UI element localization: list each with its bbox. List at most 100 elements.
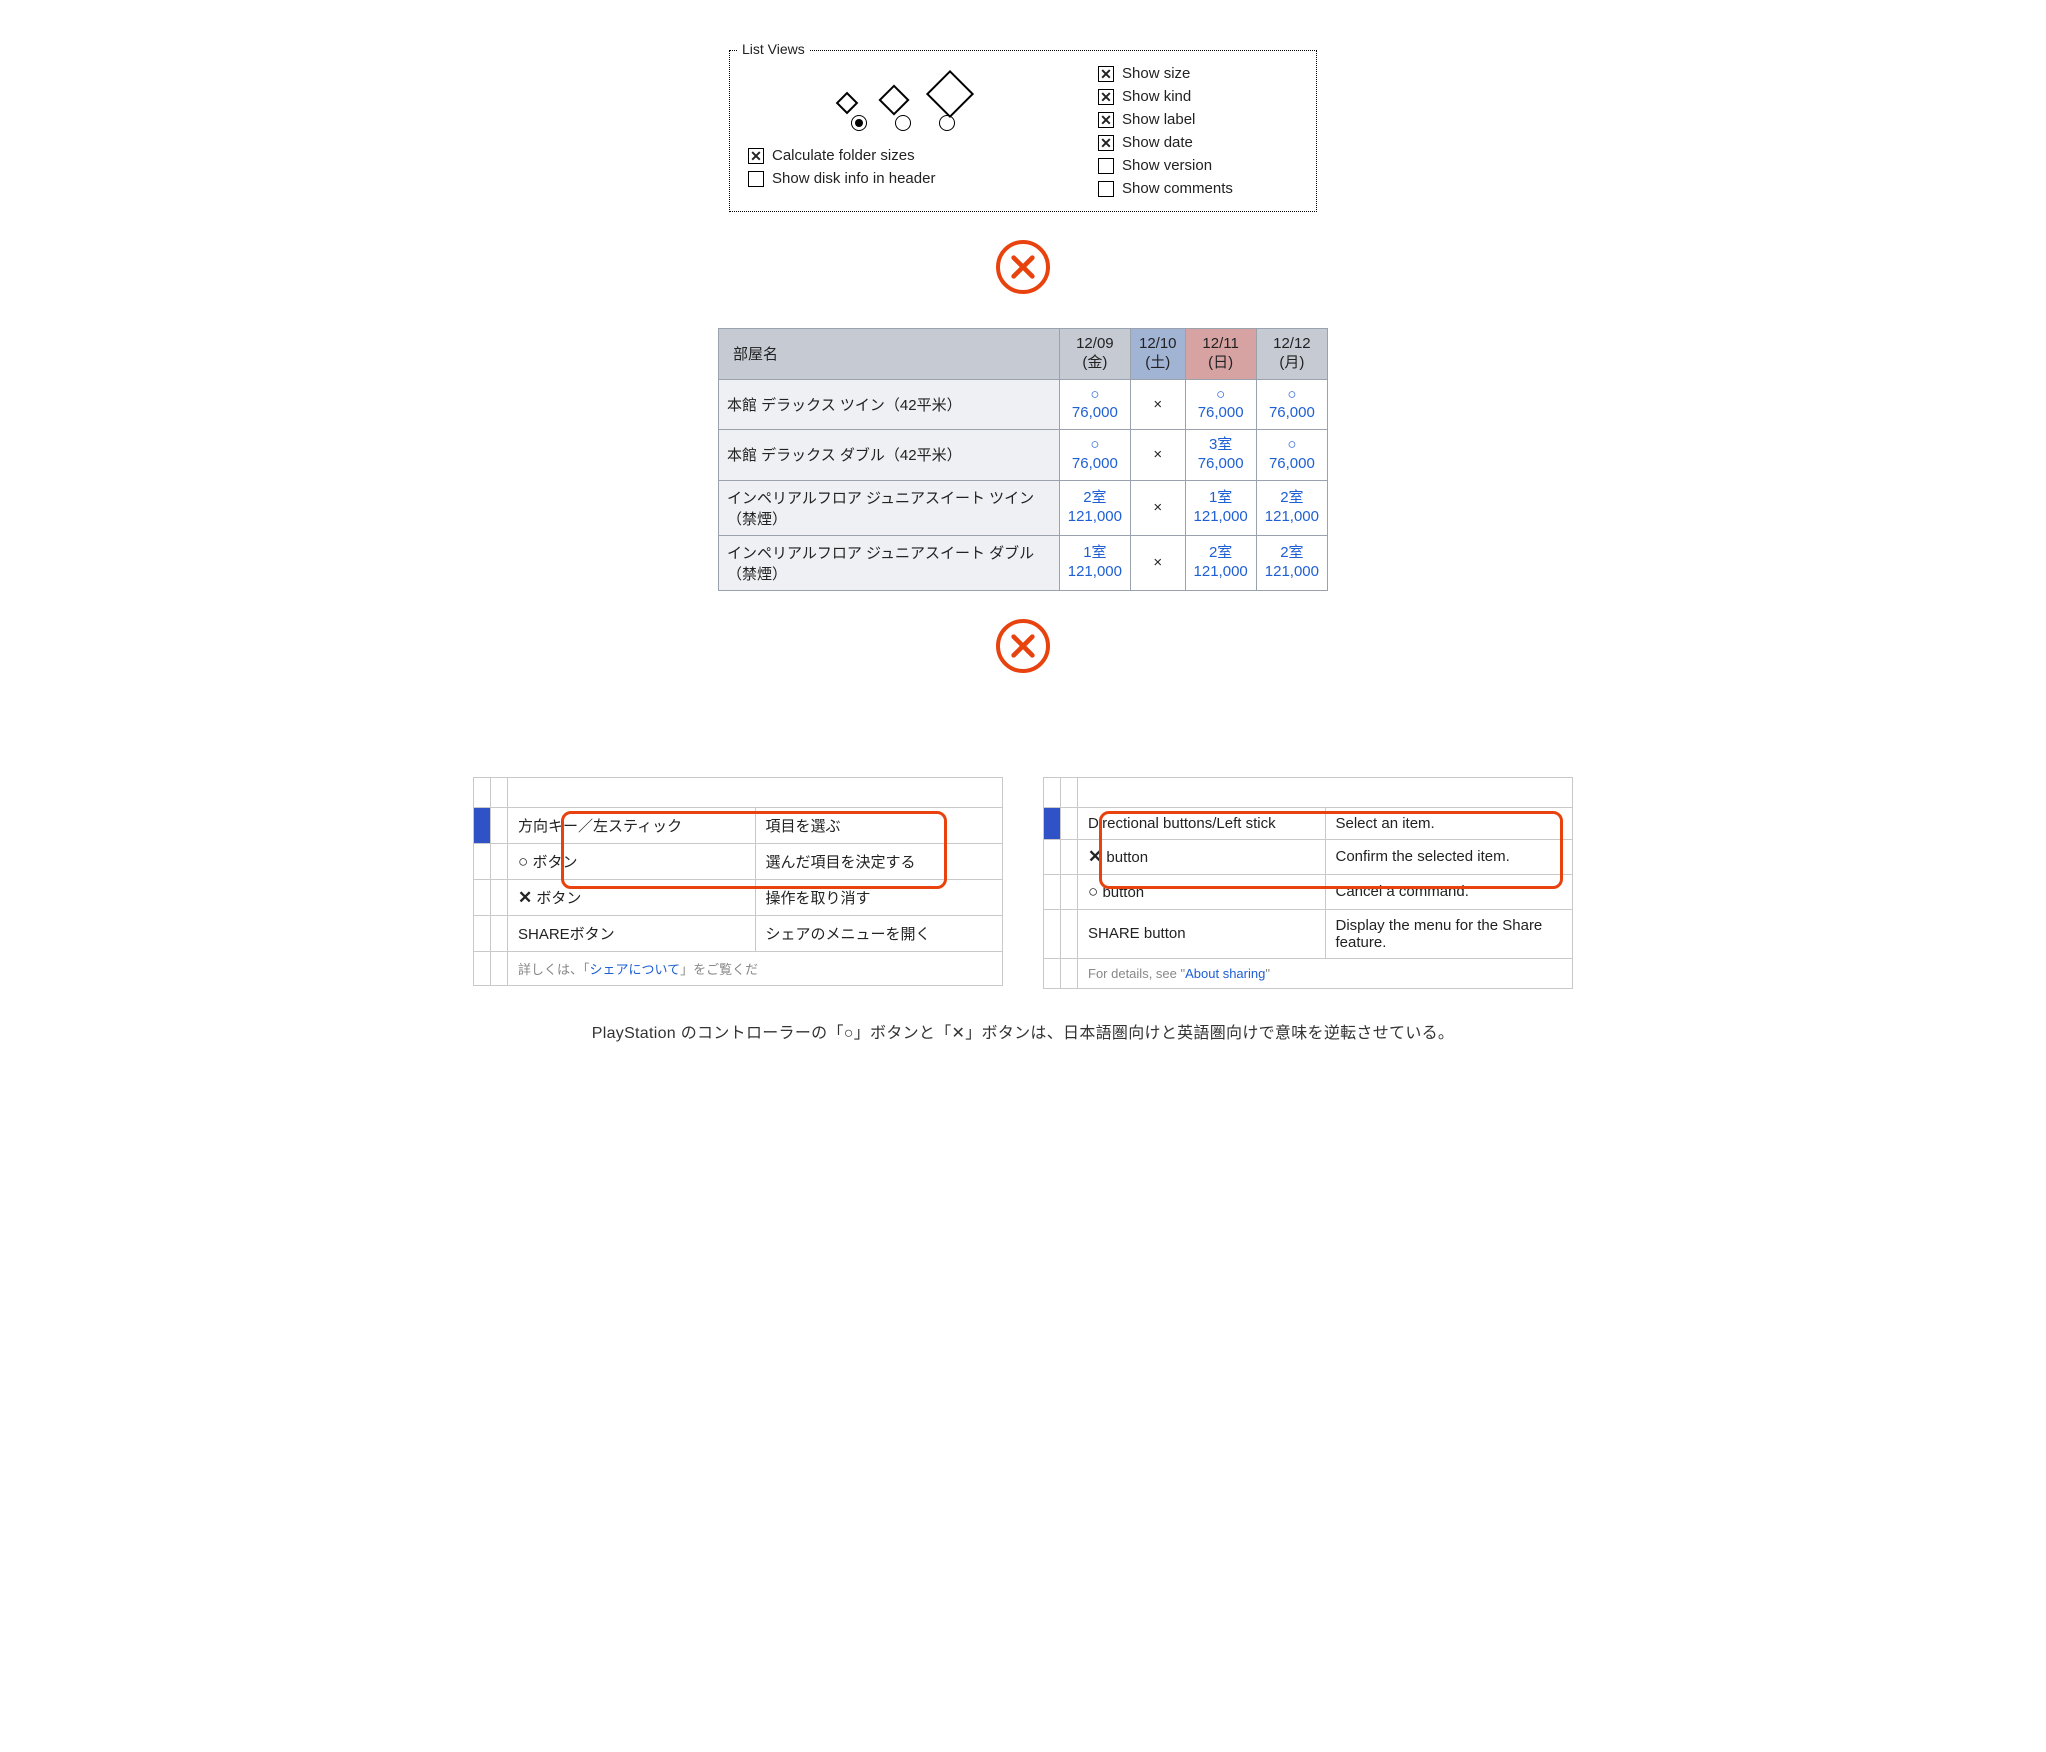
availability-cell[interactable]: × bbox=[1130, 480, 1185, 535]
checkbox-show-label[interactable]: ✕Show label bbox=[1098, 111, 1298, 128]
col-date: 12/10(土) bbox=[1130, 329, 1185, 380]
row-spacer bbox=[491, 915, 508, 951]
row-indicator bbox=[1044, 874, 1061, 909]
room-name: インペリアルフロア ジュニアスイート ツイン（禁煙） bbox=[719, 480, 1060, 535]
circle-icon: ○ bbox=[1088, 882, 1098, 901]
control-desc: Select an item. bbox=[1325, 807, 1573, 839]
checkbox-show-comments[interactable]: Show comments bbox=[1098, 180, 1298, 197]
view-small-icon bbox=[836, 92, 859, 115]
availability-cell[interactable]: 2室121,000 bbox=[1256, 480, 1327, 535]
row-spacer bbox=[1061, 874, 1078, 909]
control-name: ✕ ボタン bbox=[508, 879, 756, 915]
view-size-radio[interactable] bbox=[939, 115, 955, 131]
availability-cell[interactable]: 1室121,000 bbox=[1185, 480, 1256, 535]
table-row: SHARE buttonDisplay the menu for the Sha… bbox=[1044, 909, 1573, 958]
table-row: ✕ buttonConfirm the selected item. bbox=[1044, 839, 1573, 874]
checkbox-show-date[interactable]: ✕Show date bbox=[1098, 134, 1298, 151]
table-row: 本館 デラックス ダブル（42平米）○76,000×3室76,000○76,00… bbox=[719, 430, 1328, 481]
control-name: ○ button bbox=[1078, 874, 1326, 909]
checkbox-label: Show kind bbox=[1122, 88, 1191, 105]
cross-icon: ✕ bbox=[1088, 847, 1102, 866]
control-desc: シェアのメニューを開く bbox=[755, 915, 1003, 951]
row-spacer bbox=[491, 879, 508, 915]
availability-cell[interactable]: ○76,000 bbox=[1059, 379, 1130, 430]
checkbox-calc-folder[interactable]: ✕ Calculate folder sizes bbox=[748, 147, 1058, 164]
control-desc: 操作を取り消す bbox=[755, 879, 1003, 915]
ps-help-jp: 方向キー／左スティック項目を選ぶ○ ボタン選んだ項目を決定する✕ ボタン操作を取… bbox=[473, 777, 1003, 989]
control-name: SHAREボタン bbox=[508, 915, 756, 951]
control-name: ○ ボタン bbox=[508, 843, 756, 879]
row-spacer bbox=[1061, 807, 1078, 839]
view-size-radio[interactable] bbox=[895, 115, 911, 131]
row-indicator bbox=[1044, 807, 1061, 839]
control-desc: Display the menu for the Share feature. bbox=[1325, 909, 1573, 958]
control-name: ✕ button bbox=[1078, 839, 1326, 874]
circle-icon: ○ bbox=[518, 852, 528, 871]
table-row: ○ ボタン選んだ項目を決定する bbox=[474, 843, 1003, 879]
checkbox-label: Calculate folder sizes bbox=[772, 147, 915, 164]
room-name: 本館 デラックス ツイン（42平米） bbox=[719, 379, 1060, 430]
availability-cell[interactable]: 2室121,000 bbox=[1059, 480, 1130, 535]
availability-cell[interactable]: ○76,000 bbox=[1185, 379, 1256, 430]
cross-icon: ✕ bbox=[518, 888, 532, 907]
row-indicator bbox=[1044, 839, 1061, 874]
availability-cell[interactable]: 3室76,000 bbox=[1185, 430, 1256, 481]
row-indicator bbox=[474, 807, 491, 843]
row-spacer bbox=[1061, 839, 1078, 874]
table-row: インペリアルフロア ジュニアスイート ツイン（禁煙）2室121,000×1室12… bbox=[719, 480, 1328, 535]
checkbox-disk-info[interactable]: Show disk info in header bbox=[748, 170, 1058, 187]
col-room: 部屋名 bbox=[719, 329, 1060, 380]
truncated-text bbox=[1078, 777, 1573, 807]
control-desc: 項目を選ぶ bbox=[755, 807, 1003, 843]
control-desc: Confirm the selected item. bbox=[1325, 839, 1573, 874]
view-medium-icon bbox=[878, 84, 909, 115]
col-date: 12/09(金) bbox=[1059, 329, 1130, 380]
room-name: インペリアルフロア ジュニアスイート ダブル（禁煙） bbox=[719, 535, 1060, 590]
help-link[interactable]: シェアについて bbox=[590, 962, 681, 977]
table-row: 方向キー／左スティック項目を選ぶ bbox=[474, 807, 1003, 843]
row-spacer bbox=[491, 807, 508, 843]
availability-table: 部屋名12/09(金)12/10(土)12/11(日)12/12(月) 本館 デ… bbox=[718, 328, 1328, 591]
checkbox-label: Show comments bbox=[1122, 180, 1233, 197]
bad-example-icon bbox=[996, 619, 1050, 673]
checkbox-label: Show version bbox=[1122, 157, 1212, 174]
view-large-icon bbox=[926, 70, 974, 118]
bad-example-icon bbox=[996, 240, 1050, 294]
row-spacer bbox=[491, 843, 508, 879]
checkbox-label: Show label bbox=[1122, 111, 1195, 128]
availability-cell[interactable]: 2室121,000 bbox=[1185, 535, 1256, 590]
checkbox-label: Show disk info in header bbox=[772, 170, 935, 187]
checkbox-show-kind[interactable]: ✕Show kind bbox=[1098, 88, 1298, 105]
col-date: 12/11(日) bbox=[1185, 329, 1256, 380]
availability-cell[interactable]: ○76,000 bbox=[1059, 430, 1130, 481]
checkbox-label: Show size bbox=[1122, 65, 1190, 82]
ps-help-en: Directional buttons/Left stickSelect an … bbox=[1043, 777, 1573, 989]
figure-caption: PlayStation のコントローラーの「○」ボタンと「✕」ボタンは、日本語圏… bbox=[433, 1019, 1613, 1043]
checkbox-label: Show date bbox=[1122, 134, 1193, 151]
table-row: SHAREボタンシェアのメニューを開く bbox=[474, 915, 1003, 951]
table-row: ○ buttonCancel a command. bbox=[1044, 874, 1573, 909]
availability-cell[interactable]: × bbox=[1130, 430, 1185, 481]
table-row: インペリアルフロア ジュニアスイート ダブル（禁煙）1室121,000×2室12… bbox=[719, 535, 1328, 590]
row-spacer bbox=[1061, 909, 1078, 958]
truncated-text: 詳しくは、「シェアについて」をご覧くだ bbox=[508, 951, 1003, 985]
availability-cell[interactable]: × bbox=[1130, 379, 1185, 430]
col-date: 12/12(月) bbox=[1256, 329, 1327, 380]
availability-cell[interactable]: 2室121,000 bbox=[1256, 535, 1327, 590]
control-desc: 選んだ項目を決定する bbox=[755, 843, 1003, 879]
availability-cell[interactable]: 1室121,000 bbox=[1059, 535, 1130, 590]
availability-cell[interactable]: ○76,000 bbox=[1256, 430, 1327, 481]
control-name: 方向キー／左スティック bbox=[508, 807, 756, 843]
row-indicator bbox=[474, 879, 491, 915]
groupbox-legend: List Views bbox=[738, 41, 809, 57]
availability-cell[interactable]: × bbox=[1130, 535, 1185, 590]
help-link[interactable]: About sharing bbox=[1185, 966, 1265, 981]
room-name: 本館 デラックス ダブル（42平米） bbox=[719, 430, 1060, 481]
checkbox-show-size[interactable]: ✕Show size bbox=[1098, 65, 1298, 82]
table-row: 本館 デラックス ツイン（42平米）○76,000×○76,000○76,000 bbox=[719, 379, 1328, 430]
row-indicator bbox=[1044, 909, 1061, 958]
view-size-radio[interactable] bbox=[851, 115, 867, 131]
control-name: Directional buttons/Left stick bbox=[1078, 807, 1326, 839]
checkbox-show-version[interactable]: Show version bbox=[1098, 157, 1298, 174]
availability-cell[interactable]: ○76,000 bbox=[1256, 379, 1327, 430]
